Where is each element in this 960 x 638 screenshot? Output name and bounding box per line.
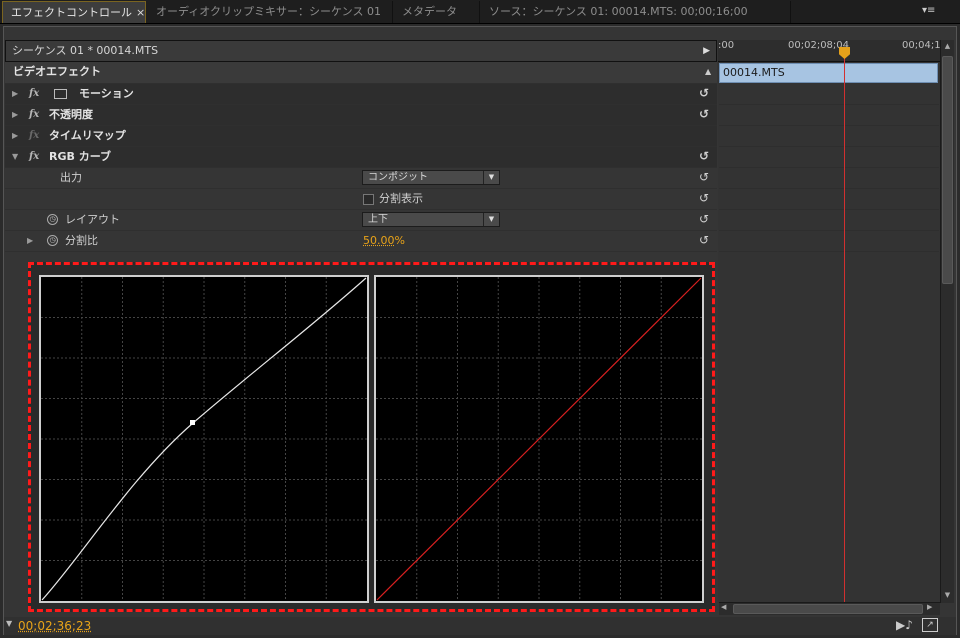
scroll-left-icon[interactable]: ◀ bbox=[721, 603, 731, 615]
ruler-tick-label: :00 bbox=[718, 40, 735, 51]
curve-graph-channel[interactable] bbox=[374, 275, 704, 603]
expand-triangle-icon[interactable]: ▶ bbox=[12, 126, 18, 146]
tab-effect-controls[interactable]: エフェクトコントロール × bbox=[2, 1, 146, 23]
timeline-track-row bbox=[719, 189, 939, 210]
master-curve-svg[interactable] bbox=[41, 277, 367, 601]
horizontal-scrollbar[interactable]: ◀ ▶ bbox=[719, 602, 940, 615]
select-value: 上下 bbox=[368, 214, 388, 225]
timeline-track-row bbox=[719, 210, 939, 231]
reset-icon[interactable]: ↺ bbox=[697, 108, 711, 122]
output-select[interactable]: コンポジット ▼ bbox=[362, 170, 500, 185]
timeline-track-row bbox=[719, 84, 939, 105]
expand-triangle-icon[interactable]: ▶ bbox=[27, 231, 33, 251]
param-row-split-view: 分割表示 ↺ bbox=[5, 189, 717, 210]
fx-toggle-icon[interactable]: fx bbox=[29, 105, 39, 125]
stopwatch-icon[interactable]: ◷ bbox=[47, 235, 58, 246]
param-label: 分割表示 bbox=[379, 192, 423, 205]
panel-menu-icon[interactable]: ▾≡ bbox=[922, 5, 940, 17]
rgb-curves-graph-area bbox=[28, 262, 715, 612]
time-ruler[interactable]: :00 00;02;08;04 00;04;1 bbox=[718, 40, 941, 62]
section-title: ビデオエフェクト bbox=[13, 65, 101, 78]
expand-triangle-icon[interactable]: ▶ bbox=[12, 105, 18, 125]
tab-audio-clip-mixer[interactable]: オーディオクリップミキサー：シーケンス 01 bbox=[148, 1, 393, 23]
effect-row-opacity[interactable]: ▶ fx 不透明度 ↺ bbox=[5, 105, 717, 126]
collapse-up-icon[interactable]: ▲ bbox=[705, 62, 711, 82]
timeline-track-row bbox=[719, 231, 939, 252]
effect-label: モーション bbox=[79, 87, 134, 100]
timeline-track-row bbox=[719, 147, 939, 168]
param-row-layout: ◷ レイアウト 上下 ▼ ↺ bbox=[5, 210, 717, 231]
tab-bar: エフェクトコントロール × オーディオクリップミキサー：シーケンス 01 メタデー… bbox=[0, 0, 960, 24]
fx-toggle-icon[interactable]: fx bbox=[29, 84, 39, 104]
play-audio-icon[interactable]: ▶♪ bbox=[896, 618, 913, 632]
effect-row-motion[interactable]: ▶ fx モーション ↺ bbox=[5, 84, 717, 105]
fx-toggle-icon[interactable]: fx bbox=[29, 147, 39, 167]
param-label: 出力 bbox=[60, 171, 82, 184]
chevron-right-icon[interactable]: ▶ bbox=[703, 41, 710, 61]
param-row-output: 出力 コンポジット ▼ ↺ bbox=[5, 168, 717, 189]
export-icon[interactable]: ↗ bbox=[922, 618, 938, 632]
reset-icon[interactable]: ↺ bbox=[697, 171, 711, 185]
ruler-tick-label: 00;04;1 bbox=[902, 40, 941, 51]
timeline-track-row bbox=[719, 168, 939, 189]
param-label: レイアウト bbox=[65, 213, 120, 226]
effect-label: タイムリマップ bbox=[49, 129, 126, 142]
reset-icon[interactable]: ↺ bbox=[697, 234, 711, 248]
stopwatch-icon[interactable]: ◷ bbox=[47, 214, 58, 225]
collapse-triangle-icon[interactable]: ▼ bbox=[12, 147, 18, 167]
scroll-right-icon[interactable]: ▶ bbox=[927, 603, 937, 615]
param-label: 分割比 bbox=[65, 234, 98, 247]
timeline-track-row bbox=[719, 105, 939, 126]
tab-metadata[interactable]: メタデータ bbox=[394, 1, 480, 23]
ratio-unit: % bbox=[394, 234, 405, 247]
chevron-down-icon: ▼ bbox=[483, 171, 499, 184]
expand-triangle-icon[interactable]: ▶ bbox=[12, 84, 18, 104]
horizontal-scroll-thumb[interactable] bbox=[733, 604, 923, 614]
scroll-down-icon[interactable]: ▼ bbox=[942, 591, 953, 601]
channel-curve-svg[interactable] bbox=[376, 277, 702, 601]
curve-graph-master[interactable] bbox=[39, 275, 369, 603]
vertical-scroll-thumb[interactable] bbox=[942, 56, 953, 284]
playhead-line[interactable] bbox=[844, 48, 845, 603]
split-view-checkbox[interactable] bbox=[363, 194, 374, 205]
transform-icon[interactable] bbox=[54, 89, 67, 99]
close-icon[interactable]: × bbox=[136, 6, 145, 19]
effect-row-rgb-curves[interactable]: ▼ fx RGB カーブ ↺ bbox=[5, 147, 717, 168]
clip-name: 00014.MTS bbox=[723, 66, 785, 79]
clip-header-label: シーケンス 01 * 00014.MTS bbox=[12, 44, 159, 57]
video-effects-header: ビデオエフェクト ▲ bbox=[5, 62, 717, 84]
timeline-track-row bbox=[719, 126, 939, 147]
reset-icon[interactable]: ↺ bbox=[697, 87, 711, 101]
reset-icon[interactable]: ↺ bbox=[697, 150, 711, 164]
reset-icon[interactable]: ↺ bbox=[697, 192, 711, 206]
fx-toggle-icon: fx bbox=[29, 130, 40, 141]
playhead-indicator-icon: ▼ bbox=[6, 619, 13, 628]
tab-source[interactable]: ソース：シーケンス 01: 00014.MTS: 00;00;16;00 bbox=[481, 1, 791, 23]
effect-row-timeremap[interactable]: ▶ fx タイムリマップ bbox=[5, 126, 717, 147]
scroll-up-icon[interactable]: ▲ bbox=[942, 42, 953, 52]
tab-label: エフェクトコントロール bbox=[11, 6, 132, 19]
param-row-split-ratio: ▶ ◷ 分割比 50.00% ↺ bbox=[5, 231, 717, 252]
ratio-number[interactable]: 50.00 bbox=[363, 234, 395, 247]
effect-label: RGB カーブ bbox=[49, 150, 112, 163]
grid-lines bbox=[41, 277, 367, 601]
timeline-clip[interactable]: 00014.MTS bbox=[719, 63, 938, 83]
select-value: コンポジット bbox=[368, 172, 428, 183]
clip-header[interactable]: シーケンス 01 * 00014.MTS ▶ bbox=[5, 40, 717, 62]
footer-bar: ▼ 00;02;36;23 ▶♪ ↗ bbox=[4, 617, 956, 635]
reset-icon[interactable]: ↺ bbox=[697, 213, 711, 227]
current-timecode[interactable]: 00;02;36;23 bbox=[18, 619, 91, 633]
layout-select[interactable]: 上下 ▼ bbox=[362, 212, 500, 227]
split-ratio-value[interactable]: 50.00% bbox=[363, 231, 405, 251]
effect-label: 不透明度 bbox=[49, 108, 93, 121]
curve-control-point[interactable] bbox=[190, 420, 195, 425]
vertical-scrollbar[interactable]: ▲ ▼ bbox=[940, 40, 954, 603]
chevron-down-icon: ▼ bbox=[483, 213, 499, 226]
